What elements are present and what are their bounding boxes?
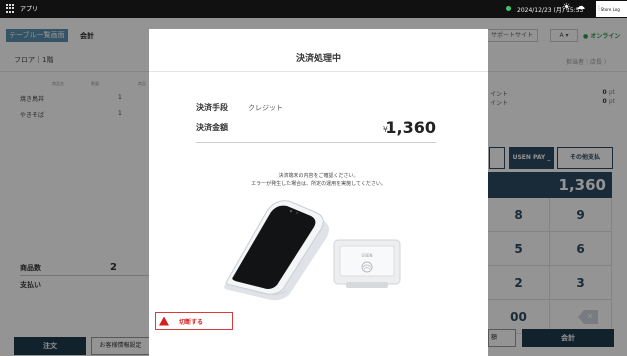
payment-amount-row: 決済金額 ¥ 1,360 <box>196 117 436 143</box>
divider <box>149 71 488 72</box>
payment-processing-dialog: 決済処理中 決済手段 クレジット 決済金額 ¥ 1,360 決済端末の内容をご確… <box>149 29 488 356</box>
dialog-title: 決済処理中 <box>295 54 341 64</box>
cloud-icon: ☁ <box>576 2 585 12</box>
store-log-button[interactable]: ⫶ Store Log <box>596 1 627 17</box>
disconnect-button[interactable]: 切断する <box>155 312 233 330</box>
app-name: アプリ <box>20 6 39 13</box>
warning-icon <box>159 316 169 326</box>
reader-brand-label: USEN <box>362 253 373 258</box>
window-title-bar: アプリ 2024/12/23 (月) 15:53 ☀ ☁ ⫶ Store Log <box>0 0 627 18</box>
store-log-label: Store Log <box>600 6 620 12</box>
fork-knife-icon: ⫶ <box>598 4 600 13</box>
payment-terminal-illustration <box>224 200 329 301</box>
datetime-display: 2024/12/23 (月) 15:53 <box>517 7 584 14</box>
instruction-text: 決済端末の内容をご確認ください。 <box>278 173 359 179</box>
card-reader-illustration: USEN <box>333 239 401 288</box>
sun-icon: ☀ <box>562 2 571 13</box>
payment-method-row: 決済手段 クレジット <box>196 99 436 116</box>
payment-method-label: 決済手段 <box>196 103 228 112</box>
instruction-text: エラーが発生した場合は、所定の運用を実施してください。 <box>251 181 386 187</box>
app-grid-icon[interactable] <box>6 4 16 13</box>
payment-amount-label: 決済金額 <box>196 123 228 132</box>
app-launcher[interactable]: アプリ <box>6 4 38 13</box>
payment-amount-value: 1,360 <box>385 118 436 137</box>
payment-method-value: クレジット <box>248 104 283 112</box>
disconnect-label: 切断する <box>179 318 204 326</box>
connection-status-dot-icon <box>506 6 511 11</box>
